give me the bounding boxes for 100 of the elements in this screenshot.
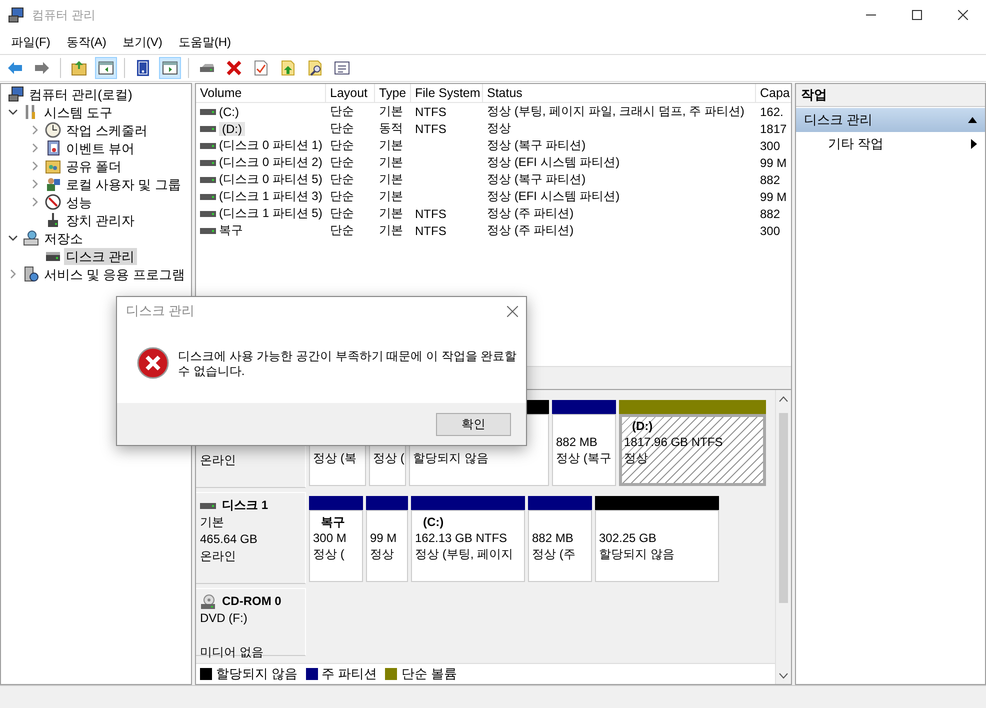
list-icon[interactable] (333, 59, 351, 77)
search-icon[interactable] (306, 59, 324, 77)
partition-box[interactable]: 99 M 정상 (366, 510, 408, 582)
disk-state: 온라인 (200, 549, 236, 563)
expand-chevron-icon[interactable] (30, 179, 40, 189)
users-icon (45, 176, 61, 192)
column-header[interactable]: Volume (196, 84, 326, 102)
drive-label[interactable]: (디스크 0 파티션 5) (219, 171, 322, 188)
table-cell: 단순 (330, 138, 354, 152)
table-cell: 기본 (379, 138, 403, 152)
drive-label[interactable]: (디스크 1 파티션 3) (219, 188, 322, 205)
menu-item[interactable]: 보기(V) (114, 34, 170, 50)
forward-arrow-icon[interactable] (33, 59, 51, 77)
menu-item[interactable]: 동작(A) (58, 34, 114, 50)
disk-name: 디스크 1 (222, 497, 268, 514)
maximize-icon[interactable] (912, 10, 922, 20)
table-cell: 단순 (330, 172, 354, 186)
column-header[interactable]: Status (483, 84, 756, 102)
table-cell: 162. (760, 104, 784, 118)
log-icon (45, 140, 61, 156)
close-icon[interactable] (958, 10, 968, 20)
window-title: 컴퓨터 관리 (32, 6, 96, 24)
partition-box[interactable]: (C:) 162.13 GB NTFS 정상 (부팅, 페이지 (411, 510, 525, 582)
collapse-chevron-icon[interactable] (8, 233, 18, 243)
scrollbar-thumb[interactable] (779, 413, 788, 603)
shared-folder-icon (45, 158, 61, 174)
partition-box[interactable]: 302.25 GB 할당되지 않음 (595, 510, 719, 582)
scroll-up-icon[interactable] (779, 396, 788, 402)
scroll-down-icon[interactable] (779, 672, 788, 678)
legend-label: 주 파티션 (322, 665, 378, 683)
help-book-icon[interactable] (134, 59, 152, 77)
checklist-icon[interactable] (252, 59, 270, 77)
collapse-chevron-icon[interactable] (8, 107, 18, 117)
tree-item[interactable]: 공유 폴더 (64, 158, 124, 174)
table-cell: 882 (760, 206, 780, 220)
column-header[interactable]: Type (375, 84, 411, 102)
table-cell: 99 M (760, 190, 787, 204)
drive-label[interactable]: 복구 (219, 222, 243, 239)
collapse-triangle-icon[interactable] (968, 117, 977, 123)
cd-drive-icon (200, 594, 216, 610)
drive-icon (200, 210, 216, 218)
action-item[interactable]: 기타 작업 (828, 135, 884, 153)
computer-icon (8, 86, 24, 102)
tree-item[interactable]: 로컬 사용자 및 그룹 (64, 176, 183, 192)
drive-label[interactable]: (디스크 0 파티션 1) (219, 137, 322, 154)
tree-item[interactable]: 디스크 관리 (64, 248, 137, 264)
disk-state: 미디어 없음 (200, 645, 264, 659)
table-cell: 단순 (330, 121, 354, 135)
legend-label: 단순 볼륨 (401, 665, 457, 683)
column-header[interactable]: File System (411, 84, 483, 102)
column-header[interactable]: Capa (756, 84, 791, 102)
expand-chevron-icon[interactable] (30, 197, 40, 207)
export-icon[interactable] (279, 59, 297, 77)
menu-item[interactable]: 파일(F) (3, 34, 58, 50)
expand-chevron-icon[interactable] (30, 161, 40, 171)
expand-chevron-icon[interactable] (30, 125, 40, 135)
column-header[interactable]: Layout (326, 84, 375, 102)
tree-item[interactable]: 서비스 및 응용 프로그램 (42, 266, 187, 282)
tree-item[interactable]: 성능 (64, 194, 94, 210)
drive-icon (200, 124, 216, 132)
tree-item[interactable]: 이벤트 뷰어 (64, 140, 137, 156)
table-cell: 기본 (379, 206, 403, 220)
table-cell: NTFS (415, 224, 446, 238)
drive-label[interactable]: (디스크 1 파티션 5) (219, 205, 322, 222)
expand-chevron-icon[interactable] (30, 143, 40, 153)
tree-item[interactable]: 장치 관리자 (64, 212, 137, 228)
table-cell: 동적 (379, 121, 403, 135)
panel-icon[interactable] (97, 59, 115, 77)
drive-icon (200, 192, 216, 200)
drive-label[interactable]: (C:) (219, 104, 239, 118)
disk-type: DVD (F:) (200, 611, 248, 625)
close-icon[interactable] (507, 306, 518, 316)
partition-box[interactable]: 복구 300 M 정상 ( (309, 510, 363, 582)
ok-button[interactable]: 확인 (436, 412, 511, 436)
table-cell: 단순 (330, 206, 354, 220)
table-cell: 300 (760, 224, 780, 238)
table-cell: 단순 (330, 189, 354, 203)
table-cell: 정상 (주 파티션) (487, 223, 574, 237)
tree-item[interactable]: 시스템 도구 (42, 104, 115, 120)
submenu-triangle-icon[interactable] (971, 139, 977, 149)
services-icon (23, 266, 39, 282)
tree-item[interactable]: 작업 스케줄러 (64, 122, 150, 138)
table-cell: 단순 (330, 155, 354, 169)
expand-chevron-icon[interactable] (8, 269, 18, 279)
table-cell: 기본 (379, 172, 403, 186)
drive-icon (200, 158, 216, 166)
tree-item[interactable]: 저장소 (42, 230, 85, 246)
folder-up-icon[interactable] (70, 59, 88, 77)
panel-icon[interactable] (161, 59, 179, 77)
actions-header: 작업 (796, 84, 985, 107)
partition-box[interactable]: (D:) 1817.96 GB NTFS 정상 (619, 414, 766, 486)
partition-box[interactable]: 882 MB 정상 (복구 (552, 414, 616, 486)
tree-item[interactable]: 컴퓨터 관리(로컬) (27, 86, 134, 102)
drive-label[interactable]: (D:) (219, 122, 245, 136)
partition-box[interactable]: 882 MB 정상 (주 (528, 510, 592, 582)
menu-item[interactable]: 도움말(H) (170, 34, 239, 50)
drive-label[interactable]: (디스크 0 파티션 2) (219, 154, 322, 171)
table-cell: 정상 (EFI 시스템 파티션) (487, 155, 620, 169)
delete-icon[interactable] (225, 59, 243, 77)
error-message: 디스크에 사용 가능한 공간이 부족하기 때문에 이 작업을 완료할 수 없습니다. (178, 348, 518, 379)
